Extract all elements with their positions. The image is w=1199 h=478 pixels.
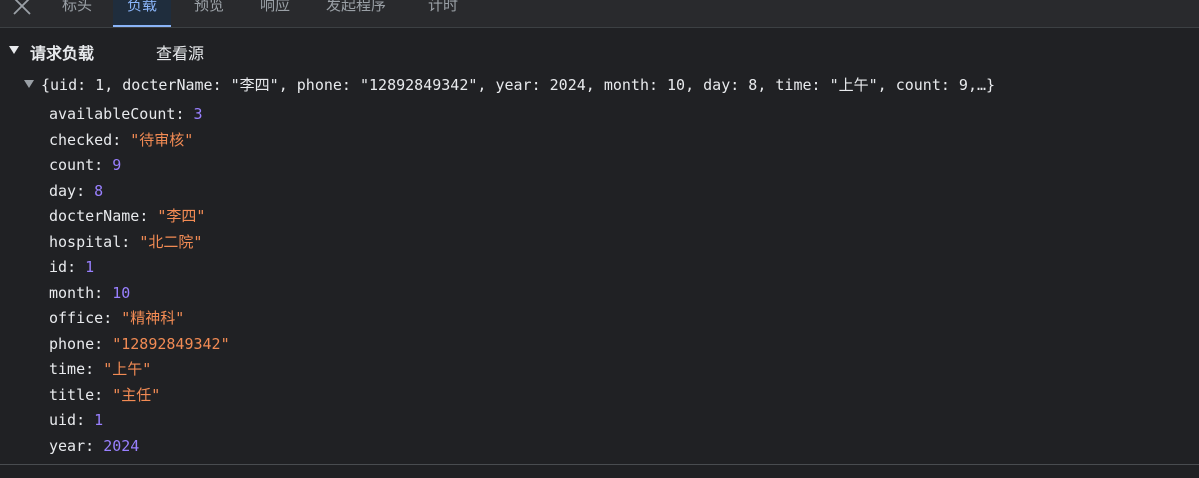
divider: [0, 464, 1199, 465]
property-value: "主任": [112, 385, 161, 404]
object-summary[interactable]: {uid: 1, docterName: "李四", phone: "12892…: [24, 74, 995, 96]
property-key: office: [49, 309, 104, 327]
property-colon: :: [76, 411, 95, 429]
triangle-down-icon[interactable]: [24, 80, 34, 88]
property-key: availableCount: [49, 105, 176, 123]
tab-timing[interactable]: 计时: [414, 0, 472, 27]
property-colon: :: [67, 258, 86, 276]
property-value: "上午": [103, 360, 152, 378]
property-row[interactable]: phone: "12892849342": [49, 332, 230, 358]
property-colon: :: [85, 360, 104, 378]
property-key: time: [49, 360, 86, 378]
property-value: "12892849342": [112, 334, 230, 353]
property-row[interactable]: day: 8: [49, 179, 230, 205]
property-row[interactable]: availableCount: 3: [49, 102, 230, 128]
property-row[interactable]: docterName: "李四": [49, 204, 230, 230]
property-row[interactable]: count: 9: [49, 153, 230, 179]
close-icon[interactable]: [10, 0, 34, 18]
property-row[interactable]: title: "主任": [49, 383, 230, 409]
property-key: checked: [49, 130, 113, 149]
property-value: 1: [94, 411, 104, 429]
property-value: "李四": [157, 207, 206, 225]
property-key: count: [49, 156, 95, 174]
tab-response[interactable]: 响应: [246, 0, 304, 27]
property-value: 10: [112, 283, 131, 302]
property-row[interactable]: hospital: "北二院": [49, 230, 230, 256]
property-key: title: [49, 385, 95, 404]
property-row[interactable]: uid: 1: [49, 408, 230, 434]
property-colon: :: [76, 181, 95, 200]
property-row[interactable]: year: 2024: [49, 434, 230, 460]
object-summary-text: {uid: 1, docterName: "李四", phone: "12892…: [41, 76, 996, 94]
property-value: 2024: [103, 436, 140, 455]
tab-payload[interactable]: 负载: [113, 0, 172, 27]
property-colon: :: [121, 232, 140, 251]
devtools-tab-bar: 标头 负载 预览 响应 发起程序 计时: [0, 0, 1199, 28]
property-key: month: [49, 283, 95, 302]
view-source-link[interactable]: 查看源: [156, 40, 204, 64]
property-colon: :: [112, 130, 131, 149]
property-colon: :: [94, 156, 113, 174]
property-colon: :: [94, 334, 113, 353]
property-key: phone: [49, 334, 95, 353]
request-payload-section-header: 请求负载 查看源: [0, 38, 1199, 66]
tab-headers[interactable]: 标头: [48, 0, 106, 27]
property-list: availableCount: 3 checked: "待审核" count: 9d…: [49, 102, 230, 459]
property-row[interactable]: month: 10: [49, 281, 230, 307]
property-value: 8: [94, 181, 104, 200]
property-row[interactable]: id: 1: [49, 255, 230, 281]
triangle-down-icon[interactable]: [9, 46, 19, 54]
property-colon: :: [85, 436, 104, 455]
property-value: "北二院": [139, 232, 203, 251]
property-colon: :: [139, 207, 158, 225]
property-key: day: [49, 181, 77, 200]
property-key: docterName: [49, 207, 140, 225]
property-colon: :: [175, 105, 194, 123]
property-value: 1: [85, 258, 95, 276]
property-row[interactable]: office: "精神科": [49, 306, 230, 332]
property-row[interactable]: checked: "待审核": [49, 128, 230, 154]
section-title[interactable]: 请求负载: [30, 40, 94, 64]
property-value: "待审核": [130, 130, 194, 149]
property-colon: :: [103, 309, 122, 327]
property-colon: :: [94, 283, 113, 302]
property-key: id: [49, 258, 68, 276]
property-key: uid: [49, 411, 77, 429]
property-value: 3: [193, 105, 203, 123]
tab-initiator[interactable]: 发起程序: [312, 0, 400, 27]
property-key: hospital: [49, 232, 122, 251]
property-colon: :: [94, 385, 113, 404]
property-value: 9: [112, 156, 122, 174]
property-key: year: [49, 436, 86, 455]
property-value: "精神科": [121, 309, 185, 327]
property-row[interactable]: time: "上午": [49, 357, 230, 383]
tab-preview[interactable]: 预览: [180, 0, 238, 27]
